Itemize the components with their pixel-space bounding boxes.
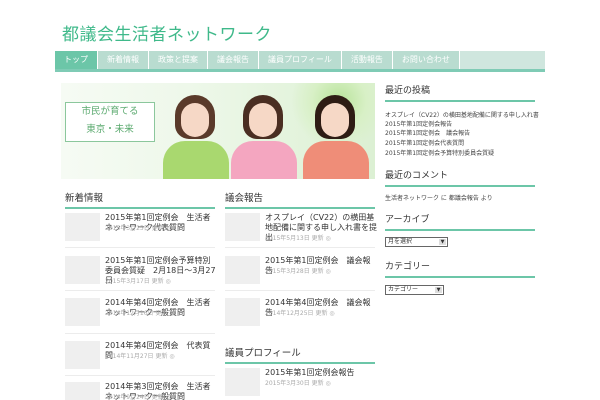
chevron-down-icon: ▼	[439, 239, 446, 245]
post-thumbnail[interactable]	[65, 213, 100, 241]
category-select[interactable]: カテゴリー ▼	[385, 285, 444, 295]
archive-select-value: 月を選択	[388, 238, 413, 245]
post-date: 2014年11月27日 更新 ◎	[105, 353, 175, 360]
sidebar-archive-title: アーカイブ	[385, 212, 535, 231]
main-nav: トップ 新着情報 政策と提案 議会報告 議員プロフィール 活動報告 お問い合わせ	[55, 51, 545, 72]
divider	[65, 247, 215, 248]
col2-title: 議会報告	[225, 190, 375, 209]
sidebar-comment[interactable]: 生活者ネットワーク に 都議会報告 より	[385, 193, 493, 202]
nav-activity[interactable]: 活動報告	[341, 51, 393, 69]
post-thumbnail[interactable]	[225, 256, 260, 284]
archive-select[interactable]: 月を選択 ▼	[385, 237, 448, 247]
banner-sign: 市民が育てる 東京・未来	[65, 102, 155, 142]
post-date: 2014年9月24日 更新 ◎	[105, 394, 171, 400]
nav-member-profile[interactable]: 議員プロフィール	[259, 51, 342, 69]
post-date: 2015年3月30日 更新 ◎	[265, 380, 331, 387]
nav-contact[interactable]: お問い合わせ	[392, 51, 460, 69]
post-thumbnail[interactable]	[225, 298, 260, 326]
post-title[interactable]: 2015年第1回定例会報告	[265, 368, 377, 378]
sidebar-recent-link[interactable]: 2015年第1回定例会予算特別委員会質疑	[385, 148, 494, 157]
site-title[interactable]: 都議会生活者ネットワーク	[62, 20, 272, 45]
nav-policy[interactable]: 政策と提案	[149, 51, 208, 69]
category-select-value: カテゴリー	[388, 286, 419, 293]
post-thumbnail[interactable]	[225, 368, 260, 396]
sidebar-recent-link[interactable]: 2015年第1回定例会報告	[385, 119, 452, 128]
sidebar-comments-title: 最近のコメント	[385, 168, 535, 187]
banner-person	[229, 89, 299, 179]
post-date: 2015年3月28日 更新 ◎	[265, 268, 331, 275]
hero-banner: 市民が育てる 東京・未来	[61, 83, 375, 179]
post-thumbnail[interactable]	[65, 382, 100, 400]
list-item[interactable]: 2015年第1回定例会 議会報告 2015年3月28日 更新 ◎	[225, 256, 375, 286]
sidebar-recent-link[interactable]: 2015年第1回定例会 議会報告	[385, 128, 470, 137]
col2-section2-title: 議員プロフィール	[225, 345, 375, 364]
list-item[interactable]: 2014年第4回定例会 代表質問 2014年11月27日 更新 ◎	[65, 341, 215, 371]
nav-news[interactable]: 新着情報	[98, 51, 149, 69]
sidebar-recent-link[interactable]: オスプレイ（CV22）の横田基地配備に関する申し入れ書	[385, 110, 539, 119]
sidebar-recent-title: 最近の投稿	[385, 83, 535, 102]
divider	[225, 290, 375, 291]
list-item[interactable]: 2014年第3回定例会 生活者ネットワーク一般質問 2014年9月24日 更新 …	[65, 382, 215, 400]
banner-line1: 市民が育てる	[81, 106, 139, 117]
post-date: 2014年12月25日 更新 ◎	[265, 310, 335, 317]
divider	[225, 247, 375, 248]
post-date: 2014年12月16日 更新 ◎	[105, 310, 175, 317]
post-thumbnail[interactable]	[65, 298, 100, 326]
list-item[interactable]: オスプレイ（CV22）の横田基地配備に関する申し入れ書を提出 2015年5月13…	[225, 213, 377, 243]
chevron-down-icon: ▼	[435, 287, 442, 293]
post-date: 2015年3月17日 更新 ◎	[105, 278, 171, 285]
banner-person	[301, 89, 371, 179]
list-item[interactable]: 2015年第1回定例会予算特別委員会質疑 2月18日～3月27日 2015年3月…	[65, 256, 216, 286]
post-date: 2015年5月13日 更新 ◎	[265, 235, 331, 242]
sidebar-category-title: カテゴリー	[385, 259, 535, 278]
sidebar-recent-link[interactable]: 2015年第1回定例会代表質問	[385, 138, 464, 147]
divider	[65, 333, 215, 334]
col1-title: 新着情報	[65, 190, 215, 209]
list-item[interactable]: 2014年第4回定例会 議会報告 2014年12月25日 更新 ◎	[225, 298, 375, 328]
list-item[interactable]: 2014年第4回定例会 生活者ネットワーク一般質問 2014年12月16日 更新…	[65, 298, 215, 328]
post-thumbnail[interactable]	[65, 341, 100, 369]
divider	[65, 375, 215, 376]
nav-home[interactable]: トップ	[55, 51, 98, 69]
list-item[interactable]: 2015年第1回定例会 生活者ネットワーク代表質問 2015年3月25日 更新 …	[65, 213, 215, 243]
post-thumbnail[interactable]	[225, 213, 260, 241]
post-date: 2015年3月25日 更新 ◎	[105, 225, 171, 232]
nav-assembly-report[interactable]: 議会報告	[208, 51, 259, 69]
banner-person	[161, 89, 231, 179]
list-item[interactable]: 2015年第1回定例会報告 2015年3月30日 更新 ◎	[225, 368, 375, 398]
post-thumbnail[interactable]	[65, 256, 100, 284]
banner-line2: 東京・未来	[86, 124, 134, 135]
divider	[65, 290, 215, 291]
